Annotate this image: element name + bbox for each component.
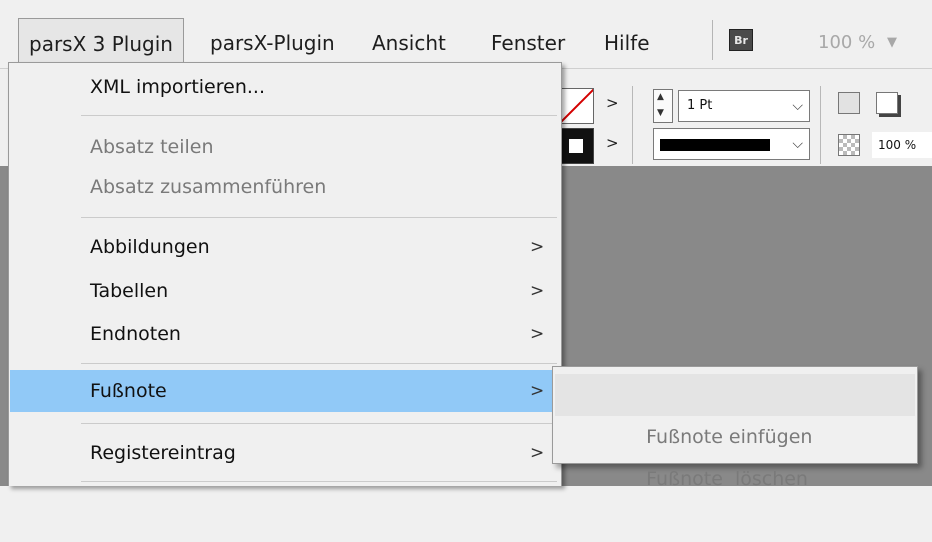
zoom-dropdown-icon[interactable]: ▼ — [887, 18, 897, 66]
submenu-item-label: Fußnote löschen — [646, 468, 808, 490]
stroke-weight-select[interactable]: 1 Pt ⌵ — [678, 90, 810, 122]
drop-shadow-icon[interactable] — [876, 92, 898, 114]
opacity-field[interactable]: 100 % — [872, 132, 932, 158]
stroke-options-arrow-icon[interactable]: > — [606, 134, 619, 152]
menu-hilfe[interactable]: Hilfe — [594, 18, 660, 62]
menu-item-tabellen[interactable]: Tabellen > — [10, 271, 560, 311]
menubar-divider — [712, 20, 713, 60]
opacity-icon — [838, 134, 860, 156]
menu-item-endnoten[interactable]: Endnoten > — [10, 314, 560, 354]
submenu-arrow-icon: > — [530, 281, 545, 301]
bridge-icon[interactable]: Br — [729, 29, 753, 51]
menu-item-label: Fußnote — [90, 380, 167, 402]
menu-parsx3-plugin[interactable]: parsX 3 Plugin — [18, 18, 184, 62]
chevron-down-icon: ⌵ — [792, 136, 803, 152]
stroke-weight-stepper[interactable]: ▲ ▼ — [653, 89, 673, 123]
menu-item-registereintrag[interactable]: Registereintrag > — [10, 433, 560, 473]
menu-item-absatz-teilen[interactable]: Absatz teilen — [10, 127, 560, 167]
menu-item-absatz-zusammenfuehren[interactable]: Absatz zusammenführen — [10, 167, 560, 207]
menu-item-abbildungen[interactable]: Abbildungen > — [10, 227, 560, 267]
menu-item-xml-importieren[interactable]: XML importieren... — [10, 67, 560, 107]
stroke-type-preview — [660, 139, 770, 151]
submenu-arrow-icon: > — [530, 443, 545, 463]
submenu-arrow-icon: > — [530, 237, 545, 257]
menu-separator — [81, 217, 557, 218]
menu-ansicht[interactable]: Ansicht — [362, 18, 456, 62]
menu-item-label: XML importieren... — [90, 76, 265, 98]
fill-none-swatch-icon[interactable] — [558, 88, 594, 124]
menu-item-label: Tabellen — [90, 280, 169, 302]
stroke-type-select[interactable]: ⌵ — [653, 128, 810, 160]
menu-fenster[interactable]: Fenster — [481, 18, 575, 62]
menu-parsx-plugin[interactable]: parsX-Plugin — [200, 18, 345, 62]
frame-fitting-icon[interactable] — [838, 92, 860, 114]
submenu-item-fussnote-einfuegen[interactable]: Fußnote einfügen — [555, 374, 915, 448]
menu-item-label: Registereintrag — [90, 442, 236, 464]
menu-item-fussnote[interactable]: Fußnote > — [10, 370, 560, 412]
menu-separator — [81, 481, 557, 482]
stroke-swatch-icon[interactable] — [558, 128, 594, 164]
submenu-item-fussnote-loeschen[interactable]: Fußnote löschen — [555, 416, 915, 490]
stepper-up-icon[interactable]: ▲ — [657, 92, 664, 102]
menu-separator — [81, 423, 557, 424]
fussnote-submenu: Fußnote einfügen Fußnote löschen — [552, 366, 918, 490]
zoom-level[interactable]: 100 % — [818, 18, 875, 66]
menu-item-label: Endnoten — [90, 323, 181, 345]
menu-item-label: Absatz zusammenführen — [90, 176, 327, 198]
submenu-arrow-icon: > — [530, 381, 545, 401]
menu-separator — [81, 115, 557, 116]
toolbar-divider — [632, 86, 633, 164]
submenu-arrow-icon: > — [530, 324, 545, 344]
stepper-down-icon[interactable]: ▼ — [657, 108, 664, 118]
menu-separator — [81, 363, 557, 364]
menu-item-label: Absatz teilen — [90, 136, 214, 158]
stroke-weight-value: 1 Pt — [687, 98, 713, 113]
menubar: parsX 3 Plugin parsX-Plugin Ansicht Fens… — [0, 0, 932, 68]
chevron-down-icon: ⌵ — [792, 98, 803, 114]
menu-item-label: Abbildungen — [90, 236, 210, 258]
toolbar-divider — [820, 86, 821, 164]
fill-options-arrow-icon[interactable]: > — [606, 94, 619, 112]
parsx3-plugin-dropdown: XML importieren... Absatz teilen Absatz … — [8, 62, 562, 486]
